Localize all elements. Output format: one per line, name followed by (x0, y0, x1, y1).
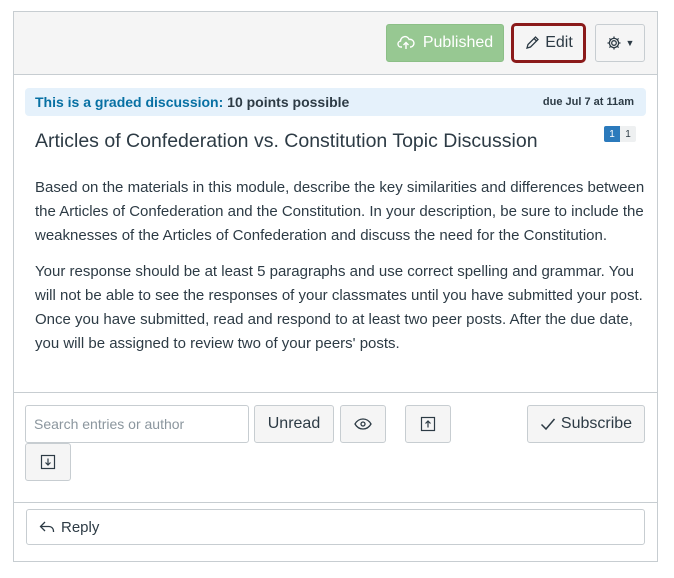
eye-icon (354, 418, 372, 430)
subscribe-label: Subscribe (560, 415, 633, 432)
discussion-paragraph: Based on the materials in this module, d… (35, 179, 645, 244)
gear-icon (606, 35, 622, 51)
reply-arrow-icon (39, 520, 55, 534)
discussion-toolbar: Published Edit ▼ (14, 12, 657, 75)
reply-button[interactable]: Reply (26, 509, 645, 545)
unread-count: 1 (604, 126, 620, 142)
search-input[interactable] (25, 405, 249, 443)
unread-filter-button[interactable]: Unread (254, 405, 334, 443)
edit-label: Edit (545, 34, 573, 51)
total-count: 1 (620, 126, 636, 142)
caret-down-icon: ▼ (625, 38, 635, 48)
graded-label: This is a graded discussion: (35, 94, 224, 110)
published-label: Published (422, 34, 494, 51)
reply-label: Reply (61, 518, 100, 536)
discussion-paragraph: Your response should be at least 5 parag… (35, 263, 643, 352)
points-possible: 10 points possible (227, 94, 350, 110)
subscribe-button[interactable]: Subscribe (527, 405, 645, 443)
graded-discussion-banner: This is a graded discussion: 10 points p… (25, 88, 646, 116)
published-button[interactable]: Published (386, 24, 504, 62)
discussion-controls: Unread Sub (14, 392, 657, 503)
graded-info: This is a graded discussion: 10 points p… (35, 94, 349, 110)
unread-badge: 1 1 (604, 126, 636, 142)
edit-button[interactable]: Edit (511, 23, 586, 63)
collapse-threads-button[interactable] (405, 405, 451, 443)
pencil-icon (524, 35, 540, 51)
checkmark-icon (540, 417, 556, 431)
cloud-upload-icon (397, 35, 415, 51)
unread-label: Unread (267, 415, 321, 432)
discussion-panel: Published Edit ▼ This is a graded discus… (13, 11, 658, 562)
expand-threads-button[interactable] (25, 443, 71, 481)
discussion-body: Based on the materials in this module, d… (35, 176, 645, 368)
due-date: due Jul 7 at 11am (542, 96, 634, 108)
settings-menu-button[interactable]: ▼ (595, 24, 645, 62)
expand-icon (40, 454, 56, 470)
mark-all-read-button[interactable] (340, 405, 386, 443)
collapse-icon (420, 416, 436, 432)
discussion-title: Articles of Confederation vs. Constituti… (35, 130, 538, 152)
